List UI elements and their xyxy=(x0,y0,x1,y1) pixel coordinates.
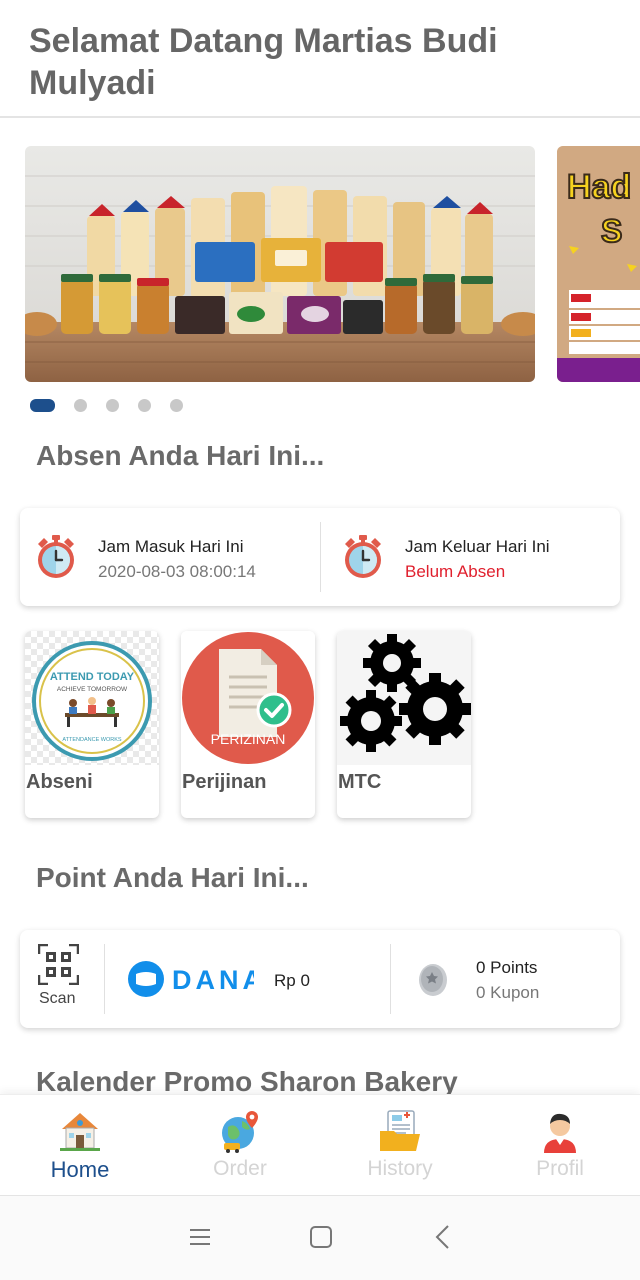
dana-wallet[interactable]: DANA Rp 0 xyxy=(105,930,390,1028)
profile-avatar-icon xyxy=(544,1113,576,1153)
alarm-clock-icon xyxy=(345,535,381,578)
qr-scan-icon xyxy=(38,944,79,985)
menu-mtc[interactable]: MTC xyxy=(337,631,471,818)
check-out-panel: Jam Keluar Hari Ini Belum Absen xyxy=(327,508,627,606)
dana-logo-icon: DANA xyxy=(128,961,254,997)
nav-home[interactable]: Home xyxy=(0,1095,160,1197)
history-folder-icon xyxy=(380,1110,420,1151)
home-square-icon[interactable] xyxy=(306,1222,336,1252)
points-value: 0 Points xyxy=(476,958,538,977)
attendance-section-title: Absen Anda Hari Ini... xyxy=(36,440,325,471)
check-in-label: Jam Masuk Hari Ini xyxy=(98,537,244,556)
menu-perijinan-label: Perijinan xyxy=(182,771,267,793)
svg-text:Had: Had xyxy=(567,168,631,206)
svg-text:S: S xyxy=(601,213,622,249)
carousel-dot[interactable] xyxy=(170,398,183,412)
menu-perijinan[interactable]: PERIZINAN Perijinan xyxy=(181,631,315,818)
divider xyxy=(320,522,321,592)
check-out-label: Jam Keluar Hari Ini xyxy=(405,537,550,556)
attend-today-icon: ATTEND TODAY ACHIEVE TOMORROW ATTENDANCE… xyxy=(25,631,159,765)
carousel-dot[interactable] xyxy=(74,398,87,412)
attendance-works-text: ATTENDANCE WORKS xyxy=(62,737,122,743)
back-icon[interactable] xyxy=(428,1222,458,1252)
carousel-dot-active[interactable] xyxy=(30,398,55,412)
globe-order-icon xyxy=(222,1111,258,1153)
nav-history-label: History xyxy=(367,1157,433,1180)
nav-home-label: Home xyxy=(50,1157,110,1182)
app-header: Selamat Datang Martias Budi Mulyadi xyxy=(0,0,640,118)
menu-mtc-label: MTC xyxy=(338,771,382,793)
nav-profil[interactable]: Profil xyxy=(480,1095,640,1197)
home-icon xyxy=(60,1113,100,1151)
nav-order-label: Order xyxy=(213,1157,267,1180)
check-out-value: Belum Absen xyxy=(405,562,506,581)
carousel-dot[interactable] xyxy=(106,398,119,412)
achieve-tomorrow-text: ACHIEVE TOMORROW xyxy=(57,686,128,693)
system-navigation-bar xyxy=(0,1196,640,1280)
banner-promo[interactable]: Had S xyxy=(557,146,640,382)
alarm-clock-icon xyxy=(38,535,74,578)
banner-bakery-products[interactable] xyxy=(25,146,535,382)
gears-icon xyxy=(337,631,471,765)
menu-abseni-label: Abseni xyxy=(26,771,93,793)
nav-order[interactable]: Order xyxy=(160,1095,320,1197)
points-summary[interactable]: 0 Points 0 Kupon xyxy=(391,930,620,1028)
scan-label: Scan xyxy=(39,990,76,1007)
coin-icon xyxy=(419,964,447,996)
check-in-value: 2020-08-03 08:00:14 xyxy=(98,562,256,581)
carousel-dot[interactable] xyxy=(138,398,151,412)
check-in-panel: Jam Masuk Hari Ini 2020-08-03 08:00:14 xyxy=(20,508,320,606)
bottom-navigation: Home Order History Profil xyxy=(0,1094,640,1196)
attendance-card: Jam Masuk Hari Ini 2020-08-03 08:00:14 J… xyxy=(20,508,620,606)
nav-profil-label: Profil xyxy=(536,1157,584,1180)
permit-document-icon: PERIZINAN xyxy=(181,631,315,765)
nav-history[interactable]: History xyxy=(320,1095,480,1197)
points-card: Scan DANA Rp 0 0 Points 0 Kupon xyxy=(20,930,620,1028)
points-section-title: Point Anda Hari Ini... xyxy=(36,862,309,893)
kupon-value: 0 Kupon xyxy=(476,983,540,1002)
carousel-indicators xyxy=(30,398,202,412)
dana-brand-text: DANA xyxy=(172,965,254,995)
promo-carousel[interactable]: Had S xyxy=(0,146,640,386)
attend-today-text: ATTEND TODAY xyxy=(50,671,135,683)
perizinan-text: PERIZINAN xyxy=(211,731,286,747)
scan-button[interactable]: Scan xyxy=(20,930,104,1028)
menu-abseni[interactable]: ATTEND TODAY ACHIEVE TOMORROW ATTENDANCE… xyxy=(25,631,159,818)
menu-icon[interactable] xyxy=(185,1222,215,1252)
dana-balance: Rp 0 xyxy=(274,971,310,990)
welcome-title: Selamat Datang Martias Budi Mulyadi xyxy=(29,22,498,102)
